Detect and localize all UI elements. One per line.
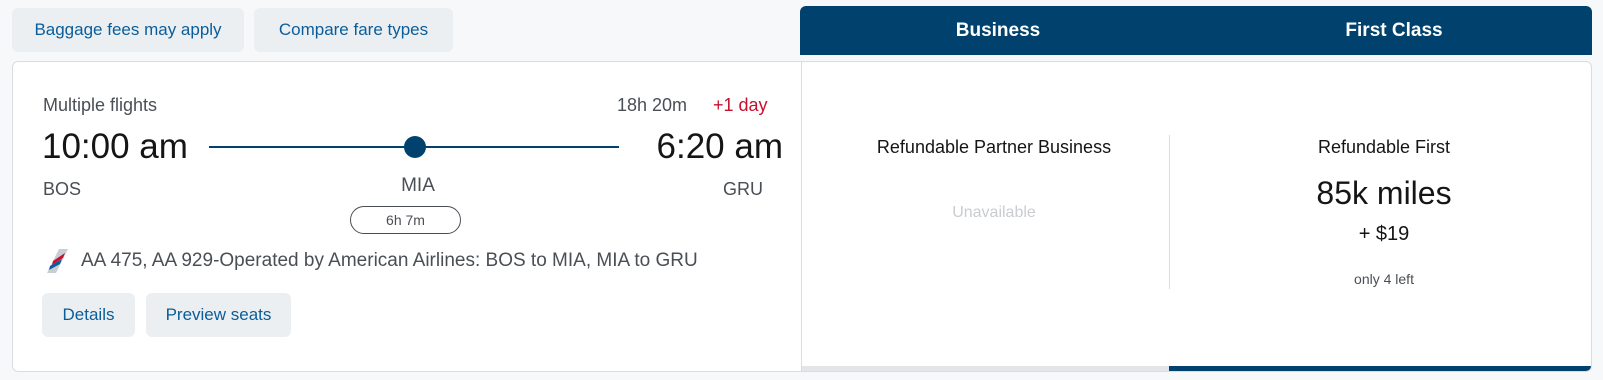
baggage-fees-button[interactable]: Baggage fees may apply bbox=[12, 8, 244, 52]
cabin-tab-business[interactable]: Business bbox=[800, 6, 1196, 55]
departure-time: 10:00 am bbox=[42, 127, 188, 166]
day-offset-badge: +1 day bbox=[713, 95, 768, 115]
compare-fare-types-button[interactable]: Compare fare types bbox=[254, 8, 453, 52]
fare-title-first: Refundable First bbox=[1317, 137, 1451, 157]
fare-taxes: + $19 bbox=[1358, 223, 1410, 245]
arrival-time: 6:20 am bbox=[656, 127, 783, 166]
flight-card: Multiple flights 18h 20m +1 day 10:00 am… bbox=[12, 61, 1592, 372]
seats-left-note: only 4 left bbox=[1354, 271, 1414, 287]
fare-status-unavailable: Unavailable bbox=[952, 204, 1036, 221]
fare-miles-price[interactable]: 85k miles bbox=[1187, 175, 1581, 212]
airline-tail-logo-icon bbox=[47, 249, 68, 273]
stop-marker-icon bbox=[404, 136, 426, 158]
layover-duration-pill: 6h 7m bbox=[350, 206, 461, 234]
preview-seats-button[interactable]: Preview seats bbox=[146, 293, 291, 337]
fare-separator bbox=[1169, 135, 1170, 289]
fare-underline-first bbox=[1169, 366, 1591, 371]
stop-airport-code: MIA bbox=[401, 175, 435, 196]
flight-results-row: Baggage fees may apply Compare fare type… bbox=[0, 0, 1603, 380]
fare-title-business: Refundable Partner Business bbox=[876, 137, 1112, 157]
origin-airport-code: BOS bbox=[43, 179, 82, 199]
details-button[interactable]: Details bbox=[42, 293, 135, 337]
cabin-tab-first-class[interactable]: First Class bbox=[1196, 6, 1592, 55]
fare-option-business: Refundable Partner Business Unavailable bbox=[802, 62, 1186, 371]
cabin-header: Business First Class bbox=[800, 6, 1592, 55]
flight-type-label: Multiple flights bbox=[43, 95, 158, 115]
destination-airport-code: GRU bbox=[723, 179, 763, 199]
fare-underline-business bbox=[802, 366, 1169, 371]
fare-option-first[interactable]: Refundable First 85k miles + $19 only 4 … bbox=[1187, 62, 1581, 371]
total-duration: 18h 20m bbox=[617, 95, 688, 115]
operated-by-text: AA 475, AA 929-Operated by American Airl… bbox=[81, 250, 698, 271]
